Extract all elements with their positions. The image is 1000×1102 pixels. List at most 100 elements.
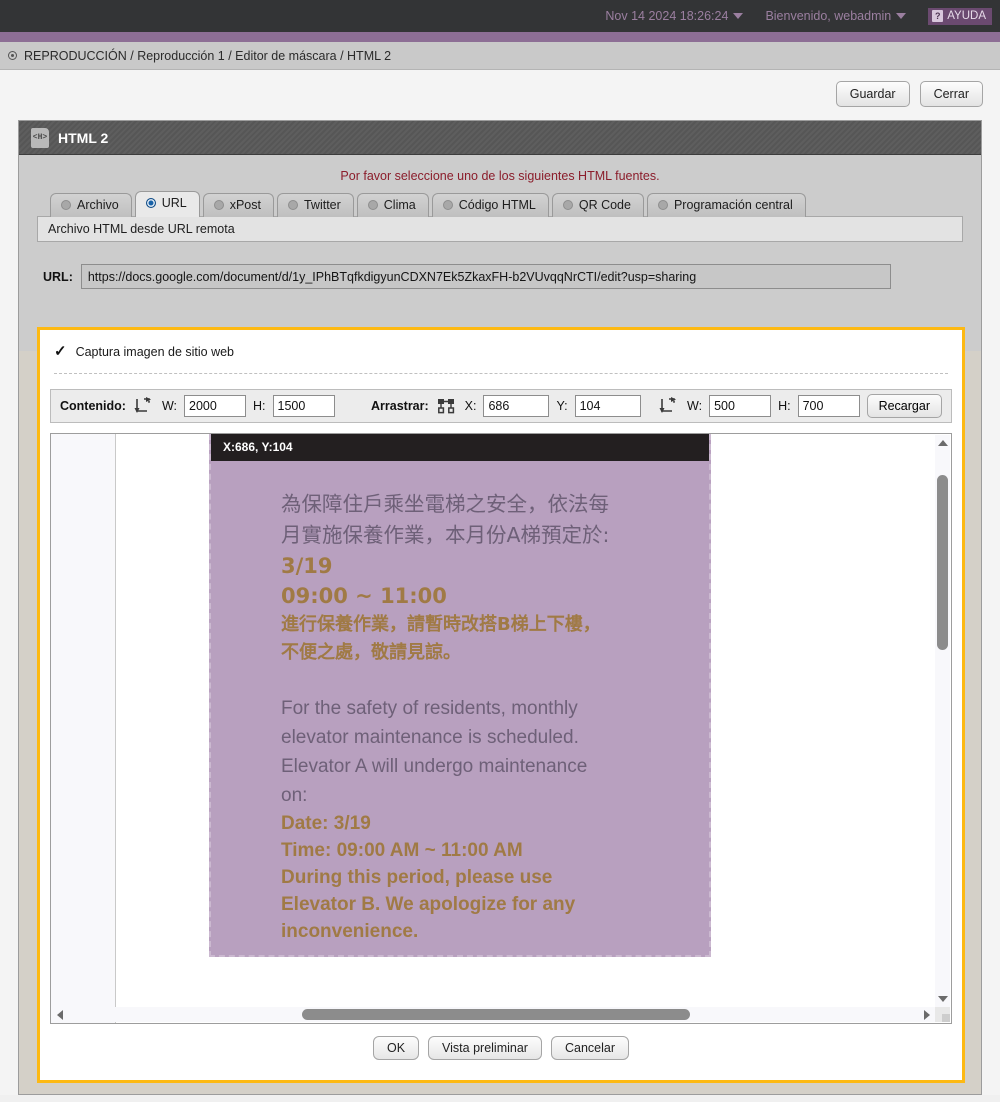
reload-button[interactable]: Recargar — [866, 394, 942, 418]
preview-canvas: X:686, Y:104 為保障住戶乘坐電梯之安全，依法每 月實施保養作業，本月… — [115, 434, 951, 1023]
tab-archivo[interactable]: Archivo — [50, 193, 132, 217]
notice-date-cn: 3/19 — [281, 554, 333, 578]
captured-page-image[interactable]: X:686, Y:104 為保障住戶乘坐電梯之安全，依法每 月實施保養作業，本月… — [209, 434, 711, 957]
notice-date-en: Date: 3/19 — [281, 813, 371, 834]
url-input[interactable] — [80, 264, 891, 289]
content-width-label: W: — [161, 399, 178, 413]
content-height-input[interactable] — [272, 395, 335, 417]
dialog-body: Por favor seleccione uno de los siguient… — [19, 155, 981, 351]
horizontal-scrollbar[interactable] — [52, 1007, 935, 1022]
drag-y-label: Y: — [556, 399, 568, 413]
scroll-right-icon[interactable] — [924, 1010, 930, 1020]
tab-clima[interactable]: Clima — [356, 193, 429, 217]
radio-icon — [367, 200, 378, 210]
tab-label: Twitter — [303, 198, 341, 212]
crop-width-label: W: — [687, 399, 703, 413]
crop-height-input[interactable] — [797, 395, 860, 417]
datetime-label: Nov 14 2024 18:26:24 — [605, 9, 729, 23]
tab-label: QR Code — [578, 198, 631, 212]
source-tabs: Archivo URL xPost Twitter Clima Código H… — [19, 183, 981, 217]
tab-label: Archivo — [77, 198, 119, 212]
notice-time-cn: 09:00 ~ 11:00 — [281, 584, 447, 608]
save-button[interactable]: Guardar — [835, 81, 910, 107]
content-height-label: H: — [253, 399, 266, 413]
radio-icon — [562, 200, 573, 210]
divider — [54, 373, 948, 374]
notice-content: 為保障住戶乘坐電梯之安全，依法每 月實施保養作業，本月份A梯預定於: 3/19 … — [211, 461, 709, 955]
notice-cn-detail: 進行保養作業，請暫時改搭B梯上下樓， — [281, 614, 601, 635]
tab-label: Programación central — [673, 198, 793, 212]
tab-xpost[interactable]: xPost — [202, 193, 274, 217]
scroll-down-icon[interactable] — [938, 996, 948, 1002]
html-editor-dialog: <H> HTML 2 Por favor seleccione uno de l… — [18, 120, 982, 1095]
page-action-bar: Guardar Cerrar — [0, 70, 1000, 118]
ok-button[interactable]: OK — [372, 1036, 420, 1060]
breadcrumb[interactable]: REPRODUCCIÓN / Reproducción 1 / Editor d… — [0, 42, 1000, 70]
radio-icon — [213, 200, 224, 210]
drag-x-input[interactable] — [483, 395, 550, 417]
scroll-left-icon[interactable] — [57, 1010, 63, 1020]
capture-checkbox[interactable]: ✓ Captura imagen de sitio web — [40, 330, 962, 359]
top-bar: Nov 14 2024 18:26:24 Bienvenido, webadmi… — [0, 0, 1000, 32]
notice-time-en: Time: 09:00 AM ~ 11:00 AM — [281, 840, 523, 861]
notice-cn-line: 月實施保養作業，本月份A梯預定於: — [281, 523, 610, 547]
notice-en-detail: Elevator B. We apologize for any — [281, 894, 576, 915]
vertical-scroll-thumb[interactable] — [937, 475, 948, 650]
website-capture-section: ✓ Captura imagen de sitio web Contenido:… — [37, 327, 965, 1083]
accent-strip — [0, 32, 1000, 42]
tab-programacion-central[interactable]: Programación central — [646, 193, 806, 217]
datetime-menu[interactable]: Nov 14 2024 18:26:24 — [605, 9, 744, 23]
tab-codigo-html[interactable]: Código HTML — [431, 193, 549, 217]
notice-en-line: on: — [281, 785, 308, 806]
crop-height-label: H: — [778, 399, 791, 413]
capture-buttons: OK Vista preliminar Cancelar — [40, 1036, 962, 1060]
content-width-input[interactable] — [184, 395, 247, 417]
help-label: AYUDA — [947, 9, 986, 22]
tab-twitter[interactable]: Twitter — [276, 193, 354, 217]
scroll-up-icon[interactable] — [938, 440, 948, 446]
question-mark-icon: ? — [932, 9, 944, 22]
vertical-scrollbar[interactable] — [935, 435, 950, 1007]
cancel-button[interactable]: Cancelar — [550, 1036, 629, 1060]
panel-header: Archivo HTML desde URL remota — [37, 216, 963, 242]
drag-x-label: X: — [464, 399, 477, 413]
radio-icon — [657, 200, 668, 210]
notice-en-line: Elevator A will undergo maintenance — [281, 756, 588, 777]
user-menu[interactable]: Bienvenido, webadmin — [765, 9, 907, 23]
drag-label: Arrastrar: — [371, 399, 429, 413]
url-row: URL: — [43, 264, 981, 289]
user-label: Bienvenido, webadmin — [765, 9, 892, 23]
notice-en-line: For the safety of residents, monthly — [281, 698, 578, 719]
check-icon: ✓ — [54, 343, 67, 360]
notice-cn-detail: 不便之處，敬請見諒。 — [281, 642, 461, 663]
resize-grip[interactable] — [935, 1007, 950, 1022]
content-label: Contenido: — [60, 399, 126, 413]
tab-qr-code[interactable]: QR Code — [551, 193, 644, 217]
close-button[interactable]: Cerrar — [919, 81, 983, 107]
radio-icon — [287, 200, 298, 210]
crop-size-icon — [658, 396, 680, 416]
tab-label: xPost — [229, 198, 261, 212]
chevron-down-icon — [896, 13, 907, 19]
html-file-icon: <H> — [31, 127, 49, 148]
tab-label: Código HTML — [458, 198, 536, 212]
notice-en-line: elevator maintenance is scheduled. — [281, 727, 579, 748]
notice-en-detail: inconvenience. — [281, 921, 419, 942]
preview-button[interactable]: Vista preliminar — [428, 1036, 542, 1060]
crop-width-input[interactable] — [709, 395, 772, 417]
url-label: URL: — [43, 269, 73, 284]
tab-label: URL — [161, 196, 187, 210]
tab-url[interactable]: URL — [134, 191, 200, 217]
chevron-down-icon — [733, 13, 744, 19]
capture-preview-viewport[interactable]: X:686, Y:104 為保障住戶乘坐電梯之安全，依法每 月實施保養作業，本月… — [50, 433, 952, 1024]
bottom-strip — [0, 1095, 1000, 1102]
help-button[interactable]: ? AYUDA — [928, 7, 992, 25]
dialog-title: HTML 2 — [58, 129, 109, 146]
radio-icon — [442, 200, 453, 210]
coordinate-badge: X:686, Y:104 — [211, 434, 709, 461]
horizontal-scroll-thumb[interactable] — [302, 1009, 690, 1020]
source-hint: Por favor seleccione uno de los siguient… — [340, 169, 660, 183]
drag-y-input[interactable] — [574, 395, 641, 417]
drag-move-icon — [436, 396, 458, 416]
